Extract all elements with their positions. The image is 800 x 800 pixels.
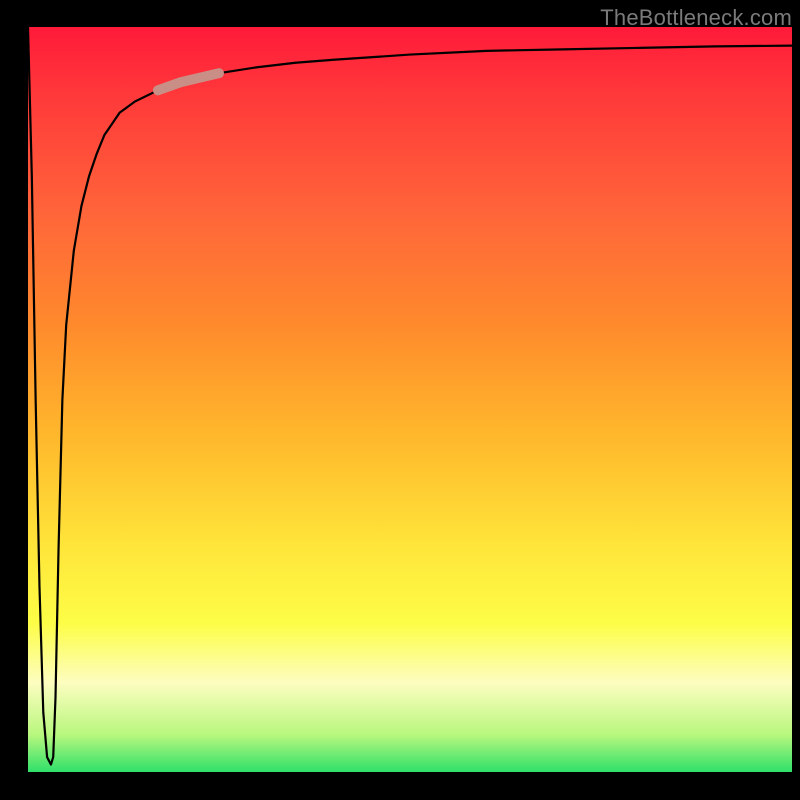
curve-overlay (28, 27, 792, 772)
chart-container: TheBottleneck.com (0, 0, 800, 800)
watermark-text: TheBottleneck.com (600, 5, 792, 31)
bottleneck-curve (28, 27, 792, 765)
curve-highlight-segment (158, 73, 219, 90)
